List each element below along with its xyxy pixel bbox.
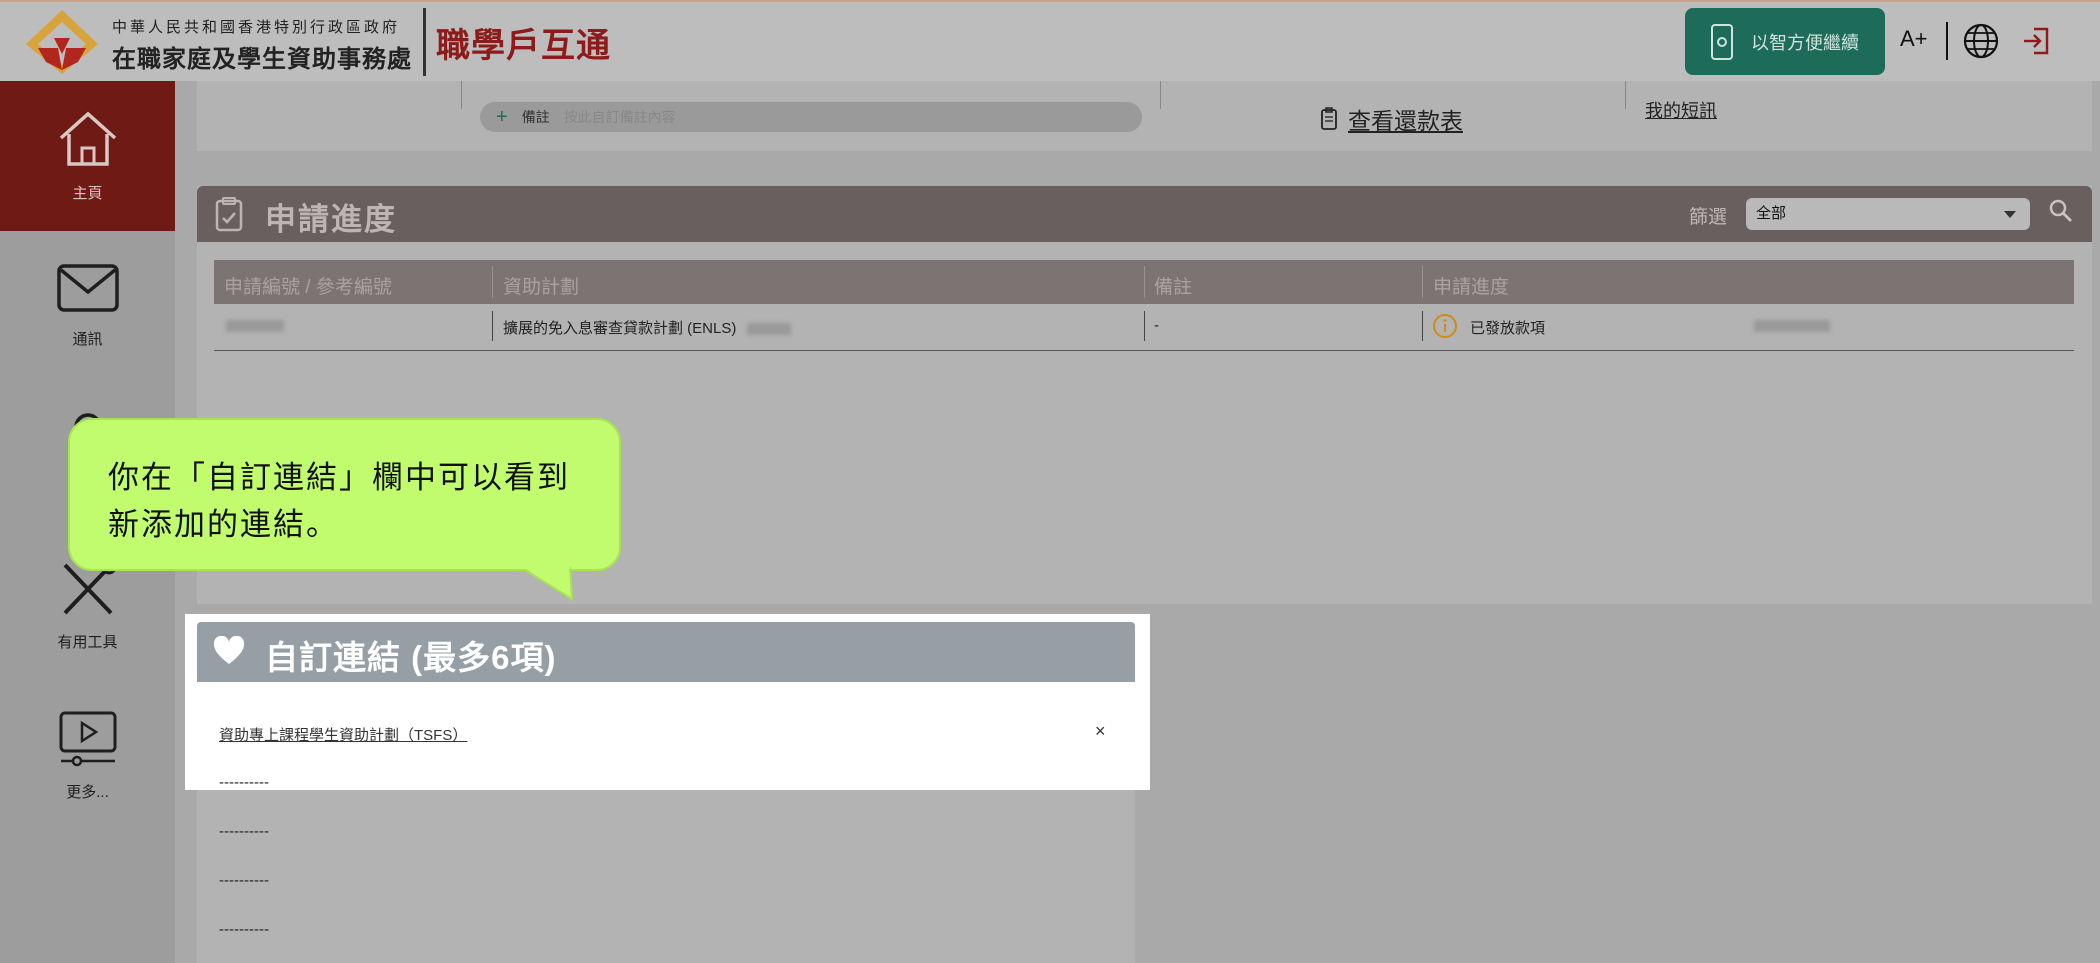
cell-divider — [1422, 311, 1423, 341]
clipboard-icon — [1321, 107, 1337, 130]
column-header: 申請編號 / 參考編號 — [224, 277, 392, 298]
custom-link-tsfs[interactable]: 資助專上課程學生資助計劃（TSFS） — [219, 724, 467, 745]
sidebar-item-label: 更多... — [66, 783, 109, 801]
chevron-down-icon — [2004, 211, 2016, 218]
empty-link-slot: ---------- — [219, 872, 269, 889]
remark-placeholder: 按此自訂備註內容 — [563, 109, 676, 125]
column-header: 資助計劃 — [503, 277, 580, 298]
close-icon[interactable]: × — [1095, 721, 1106, 742]
sidebar-item-home[interactable]: 主頁 — [0, 81, 175, 231]
callout-line2: 新添加的連結。 — [108, 507, 339, 542]
column-divider — [492, 266, 493, 298]
video-icon — [59, 711, 116, 766]
status-cell: 已發放款項 — [1470, 320, 1546, 337]
sidebar-item-label: 通訊 — [72, 330, 103, 348]
column-header: 申請進度 — [1433, 277, 1510, 298]
iam-smart-button[interactable]: 以智方便繼續 — [1685, 8, 1885, 75]
filter-value: 全部 — [1756, 205, 1787, 222]
header-separator — [1946, 22, 1948, 60]
remark-cell: - — [1154, 317, 1159, 334]
column-divider — [1144, 266, 1145, 298]
font-size-button[interactable]: A+ — [1900, 26, 1928, 52]
row-separator — [214, 350, 2074, 351]
progress-title: 申請進度 — [265, 202, 397, 237]
cell-divider — [492, 311, 493, 341]
org-name-line2: 在職家庭及學生資助事務處 — [112, 46, 412, 73]
app-name: 職學戶互通 — [436, 27, 611, 65]
callout-pointer — [520, 565, 574, 601]
remark-input[interactable]: + 備註 按此自訂備註內容 — [480, 102, 1142, 132]
globe-icon[interactable] — [1962, 22, 2000, 60]
sidebar-item-messages[interactable]: 通訊 — [0, 231, 175, 381]
date-redacted — [1754, 317, 1830, 334]
my-sms-link[interactable]: 我的短訊 — [1645, 97, 1717, 123]
remark-label: 備註 — [521, 109, 550, 125]
iam-smart-label: 以智方便繼續 — [1751, 32, 1859, 53]
sidebar-item-label: 主頁 — [72, 184, 103, 202]
column-divider — [1422, 266, 1423, 298]
scheme-name: 擴展的免入息審查貸款計劃 (ENLS) — [503, 320, 737, 337]
header-divider — [423, 8, 426, 76]
org-name: 中華人民共和國香港特別行政區政府 在職家庭及學生資助事務處 — [112, 16, 412, 74]
search-icon[interactable] — [2048, 198, 2074, 224]
strip-divider — [1625, 81, 1626, 109]
application-number-redacted — [226, 317, 284, 334]
plus-icon: + — [496, 105, 508, 128]
filter-dropdown[interactable]: 全部 — [1746, 198, 2030, 230]
info-icon[interactable] — [1432, 313, 1458, 339]
repayment-link-label: 查看還款表 — [1348, 108, 1463, 134]
custom-links-title: 自訂連結 (最多6項) — [265, 639, 557, 676]
sidebar-item-more[interactable]: 更多... — [0, 680, 175, 830]
sidebar-item-label: 有用工具 — [57, 633, 118, 651]
org-name-line1: 中華人民共和國香港特別行政區政府 — [112, 19, 401, 36]
empty-link-slot: ---------- — [219, 921, 269, 938]
cell-divider — [1144, 311, 1145, 341]
filter-label: 篩選 — [1689, 207, 1728, 228]
phone-icon — [1711, 23, 1733, 60]
clipboard-check-icon — [215, 197, 243, 232]
repayment-schedule-link[interactable]: 查看還款表 — [1320, 102, 1463, 136]
mail-icon — [56, 263, 119, 312]
scheme-cell: 擴展的免入息審查貸款計劃 (ENLS) — [503, 317, 791, 338]
empty-link-slot: ---------- — [219, 774, 269, 791]
government-logo — [26, 10, 98, 74]
strip-divider — [1160, 81, 1161, 109]
heart-icon — [213, 636, 245, 664]
callout-line1: 你在「自訂連結」欄中可以看到 — [108, 460, 570, 495]
column-header: 備註 — [1154, 277, 1193, 298]
empty-link-slot: ---------- — [219, 823, 269, 840]
strip-divider — [461, 81, 462, 109]
home-icon — [59, 111, 116, 166]
scheme-redacted — [746, 323, 791, 336]
logout-icon[interactable] — [2020, 24, 2054, 58]
tutorial-callout: 你在「自訂連結」欄中可以看到 新添加的連結。 — [68, 418, 621, 571]
